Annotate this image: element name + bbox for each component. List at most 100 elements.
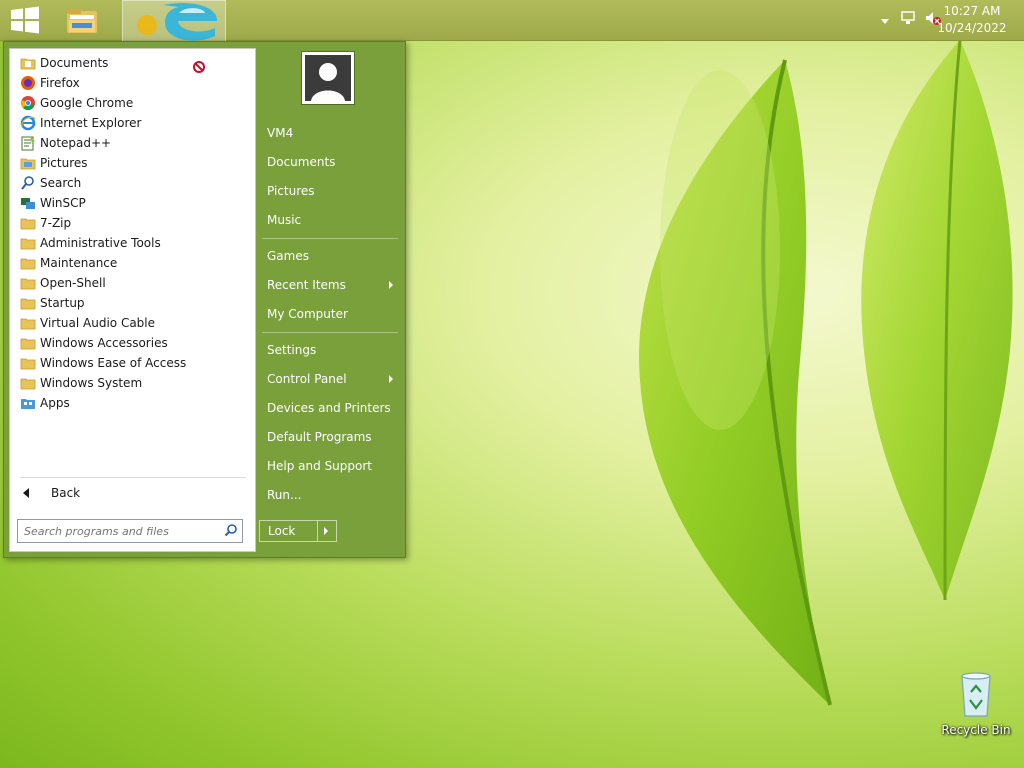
program-label: WinSCP: [40, 196, 86, 210]
program-label: Google Chrome: [40, 96, 134, 110]
program-item-windows-ease-of-access[interactable]: Windows Ease of Access: [10, 353, 255, 373]
menu-item-user[interactable]: VM4: [261, 121, 399, 145]
network-icon: [901, 11, 915, 24]
lock-button[interactable]: Lock: [259, 520, 337, 542]
file-explorer-icon: [67, 9, 97, 33]
search-programs-box[interactable]: [17, 519, 243, 543]
ie-icon: [20, 115, 36, 131]
program-item-internet-explorer[interactable]: Internet Explorer: [10, 113, 255, 133]
program-label: Virtual Audio Cable: [40, 316, 156, 330]
menu-item-settings[interactable]: Settings: [261, 338, 399, 362]
folder-icon: [20, 335, 36, 351]
recent-items-label: Recent Items: [267, 278, 346, 292]
folder-icon: [20, 375, 36, 391]
recycle-bin[interactable]: Recycle Bin: [938, 668, 1014, 740]
submenu-arrow-icon: [389, 281, 393, 289]
menu-item-recent-items[interactable]: Recent Items: [261, 273, 399, 297]
search-icon: [20, 175, 36, 191]
taskbar-clock[interactable]: 10:27 AM 10/24/2022: [934, 3, 1010, 37]
chrome-icon: [20, 95, 36, 111]
program-label: Search: [40, 176, 82, 190]
program-label: Administrative Tools: [40, 236, 161, 250]
menu-item-control-panel[interactable]: Control Panel: [261, 367, 399, 391]
menu-item-pictures[interactable]: Pictures: [261, 179, 399, 203]
right-separator-2: [262, 332, 398, 333]
apps-icon: [20, 395, 36, 411]
program-item-maintenance[interactable]: Maintenance: [10, 253, 255, 273]
windows-start-button[interactable]: [8, 6, 42, 34]
folder-pictures-icon: [20, 155, 36, 171]
recycle-bin-label: Recycle Bin: [941, 723, 1011, 737]
user-icon: [311, 63, 345, 101]
menu-item-help-support[interactable]: Help and Support: [261, 454, 399, 478]
program-item-documents[interactable]: Documents: [10, 53, 255, 73]
program-item-startup[interactable]: Startup: [10, 293, 255, 313]
recycle-bin-icon: [961, 672, 991, 717]
folder-icon: [20, 255, 36, 271]
program-label: Apps: [40, 396, 70, 410]
network-tray-icon[interactable]: [900, 10, 916, 29]
start-menu: Documents Firefox Google Chrome Internet Ex…: [3, 41, 406, 558]
program-item-windows-system[interactable]: Windows System: [10, 373, 255, 393]
notepad-icon: [20, 135, 36, 151]
program-label: Firefox: [40, 76, 80, 90]
program-label: Open-Shell: [40, 276, 106, 290]
taskbar-file-explorer[interactable]: [58, 2, 106, 38]
program-label: Notepad++: [40, 136, 112, 150]
program-item-administrative-tools[interactable]: Administrative Tools: [10, 233, 255, 253]
program-item-notepad[interactable]: Notepad++: [10, 133, 255, 153]
program-item-search[interactable]: Search: [10, 173, 255, 193]
chevron-down-icon: [881, 19, 889, 24]
program-label: Internet Explorer: [40, 116, 142, 130]
program-item-winscp[interactable]: WinSCP: [10, 193, 255, 213]
shutdown-options-arrow-icon[interactable]: [324, 527, 328, 535]
program-item-7-zip[interactable]: 7-Zip: [10, 213, 255, 233]
program-label: Windows System: [40, 376, 143, 390]
folder-icon: [20, 315, 36, 331]
search-input[interactable]: [22, 522, 222, 540]
program-item-apps[interactable]: Apps: [10, 393, 255, 413]
program-label: Startup: [40, 296, 85, 310]
right-separator-1: [262, 238, 398, 239]
internet-explorer-icon: [137, 2, 218, 41]
start-menu-programs-pane: Documents Firefox Google Chrome Internet Ex…: [9, 48, 256, 552]
lock-button-divider: [317, 521, 318, 541]
program-label: Windows Accessories: [40, 336, 168, 350]
programs-list: Documents Firefox Google Chrome Internet Ex…: [10, 53, 255, 413]
program-label: Maintenance: [40, 256, 118, 270]
menu-item-run[interactable]: Run...: [261, 483, 399, 507]
control-panel-label: Control Panel: [267, 372, 347, 386]
search-icon[interactable]: [224, 523, 238, 537]
not-allowed-cursor-icon: [193, 61, 205, 73]
system-tray: 10:27 AM 10/24/2022: [864, 0, 1024, 40]
back-button[interactable]: Back: [18, 483, 248, 503]
firefox-icon: [20, 75, 36, 91]
program-item-pictures[interactable]: Pictures: [10, 153, 255, 173]
menu-item-devices-printers[interactable]: Devices and Printers: [261, 396, 399, 420]
programs-separator: [20, 477, 246, 478]
show-hidden-icons-button[interactable]: [880, 14, 890, 28]
program-item-google-chrome[interactable]: Google Chrome: [10, 93, 255, 113]
program-item-open-shell[interactable]: Open-Shell: [10, 273, 255, 293]
folder-icon: [20, 355, 36, 371]
back-label: Back: [51, 486, 81, 500]
menu-item-default-programs[interactable]: Default Programs: [261, 425, 399, 449]
program-item-firefox[interactable]: Firefox: [10, 73, 255, 93]
clock-date: 10/24/2022: [937, 21, 1007, 35]
folder-icon: [20, 275, 36, 291]
menu-item-my-computer[interactable]: My Computer: [261, 302, 399, 326]
user-avatar[interactable]: [301, 51, 355, 105]
program-item-windows-accessories[interactable]: Windows Accessories: [10, 333, 255, 353]
folder-icon: [20, 295, 36, 311]
folder-doc-icon: [20, 55, 36, 71]
program-label: Pictures: [40, 156, 88, 170]
clock-time: 10:27 AM: [943, 4, 1001, 18]
program-item-virtual-audio-cable[interactable]: Virtual Audio Cable: [10, 313, 255, 333]
menu-item-music[interactable]: Music: [261, 208, 399, 232]
lock-label: Lock: [268, 524, 296, 538]
menu-item-games[interactable]: Games: [261, 244, 399, 268]
program-label: Documents: [40, 56, 109, 70]
back-arrow-icon: [23, 488, 29, 498]
taskbar-internet-explorer[interactable]: [122, 0, 226, 44]
menu-item-documents[interactable]: Documents: [261, 150, 399, 174]
